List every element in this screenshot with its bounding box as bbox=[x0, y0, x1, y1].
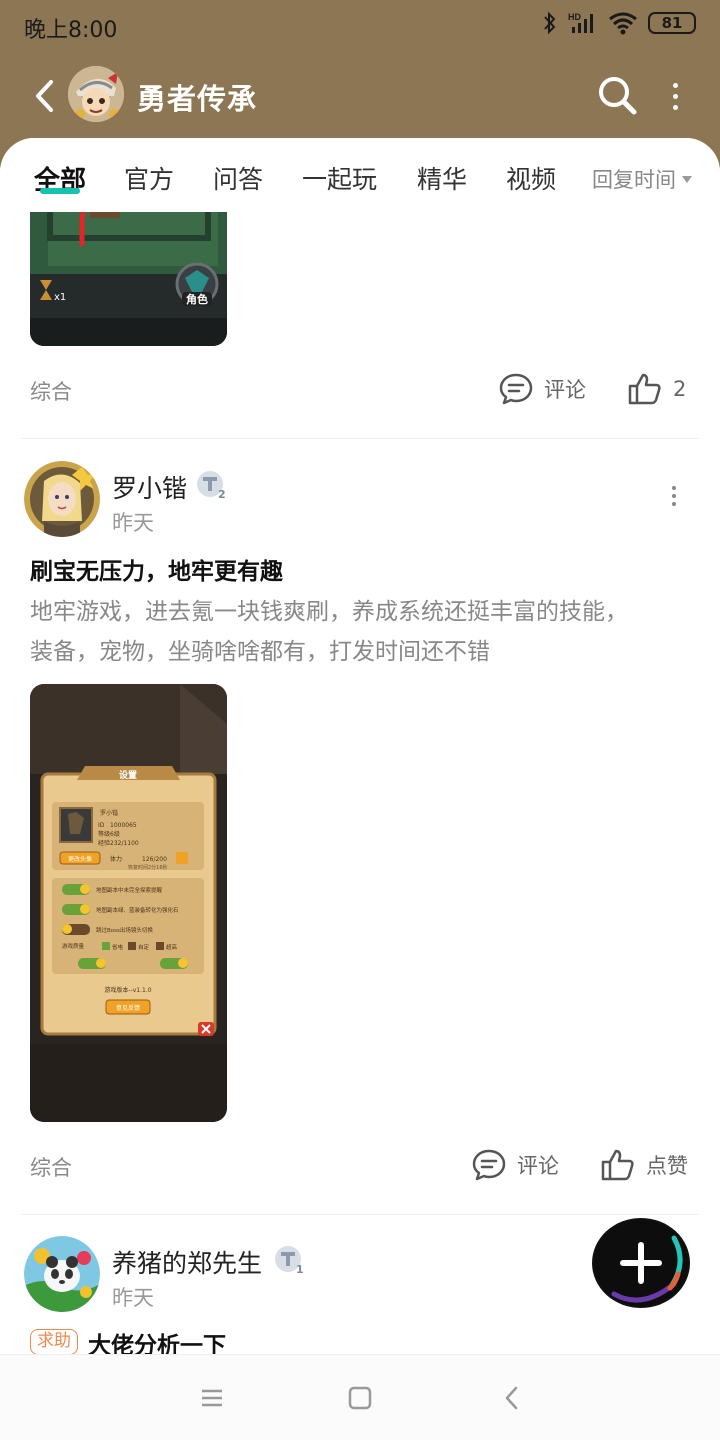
exp-value: 232/1100 bbox=[110, 840, 139, 847]
network-type-label: HD bbox=[568, 12, 581, 22]
quality-option: 省电 bbox=[112, 943, 124, 951]
level-badge: 1 bbox=[275, 1246, 303, 1274]
status-bar: 晚上8:00 HD 81 bbox=[0, 0, 720, 52]
feedback-button: 意见反馈 bbox=[116, 1004, 140, 1012]
level-badge: 2 bbox=[197, 471, 225, 499]
post-divider bbox=[22, 1214, 698, 1215]
status-icons: HD 81 bbox=[542, 10, 696, 36]
thumbs-up-icon bbox=[628, 373, 661, 405]
active-tab-indicator bbox=[40, 188, 80, 194]
dialog-title: 设置 bbox=[119, 769, 137, 781]
wifi-icon bbox=[609, 12, 637, 35]
thumbs-up-icon bbox=[601, 1149, 634, 1181]
post-meta-row: 综合 评论 2 bbox=[0, 368, 720, 412]
help-tag: 求助 bbox=[30, 1329, 78, 1355]
plus-icon bbox=[594, 1220, 688, 1306]
player-name: 罗小锴 bbox=[100, 809, 118, 817]
tab-official[interactable]: 官方 bbox=[124, 160, 174, 196]
create-post-button[interactable] bbox=[592, 1218, 690, 1308]
setting-option: 地图副本绿、蓝装备转化为强化石 bbox=[96, 906, 179, 914]
level-label: 等级 bbox=[98, 830, 110, 838]
post-body-line: 地牢游戏，进去氪一块钱爽刷，养成系统还挺丰富的技能， bbox=[30, 599, 628, 625]
square-icon[interactable] bbox=[345, 1383, 375, 1413]
username[interactable]: 罗小锴 bbox=[112, 469, 187, 505]
game-version: 游戏版本--v1.1.0 bbox=[104, 986, 151, 994]
system-nav-bar bbox=[0, 1354, 720, 1440]
like-label: 点赞 bbox=[646, 1154, 688, 1178]
comment-button[interactable]: 评论 bbox=[471, 1148, 559, 1182]
username[interactable]: 养猪的郑先生 bbox=[112, 1244, 262, 1280]
user-avatar-image bbox=[24, 1236, 100, 1312]
comment-label: 评论 bbox=[544, 378, 586, 402]
level-number: 1 bbox=[296, 1263, 303, 1274]
forum-title: 勇者传承 bbox=[137, 82, 258, 116]
setting-option: 跳过Boss出场镜头切换 bbox=[96, 926, 153, 934]
search-icon bbox=[599, 77, 637, 115]
quality-label: 游戏质量 bbox=[62, 942, 85, 950]
game-settings-screenshot: 设置 罗小锴 1000065 ID 等级 6级 经验 232/1100 更改头像… bbox=[30, 684, 227, 1122]
post-more-icon[interactable] bbox=[664, 481, 684, 511]
quality-option: 自定 bbox=[138, 943, 150, 951]
edit-avatar-button: 更改头像 bbox=[68, 855, 92, 863]
forum-avatar-image bbox=[68, 66, 124, 122]
setting-option: 地图副本中未完全探索提醒 bbox=[96, 886, 163, 894]
post-image[interactable]: 设置 罗小锴 1000065 ID 等级 6级 经验 232/1100 更改头像… bbox=[30, 684, 227, 1122]
category-label: 综合 bbox=[30, 380, 72, 404]
post-meta-row: 综合 评论 点赞 bbox=[0, 1144, 720, 1188]
tab-play-together[interactable]: 一起玩 bbox=[302, 160, 377, 196]
category-label: 综合 bbox=[30, 1156, 72, 1180]
comment-button[interactable]: 评论 bbox=[498, 372, 586, 406]
category-tabs: 全部 官方 问答 一起玩 精华 视频 回复时间 bbox=[0, 138, 720, 212]
battery-indicator: 81 bbox=[648, 12, 696, 34]
user-avatar-image bbox=[24, 461, 100, 537]
like-count: 2 bbox=[673, 377, 687, 401]
post-time: 昨天 bbox=[112, 1286, 154, 1310]
user-avatar[interactable] bbox=[24, 1236, 100, 1312]
caret-down-icon bbox=[682, 175, 692, 183]
quality-option: 超高 bbox=[166, 943, 178, 951]
status-time: 晚上8:00 bbox=[24, 18, 118, 43]
post-body-line: 装备，宠物，坐骑啥啥都有，打发时间还不错 bbox=[30, 639, 490, 665]
triangle-back-icon[interactable] bbox=[497, 1383, 527, 1413]
comment-icon bbox=[499, 373, 533, 405]
level-number: 2 bbox=[218, 488, 225, 499]
stamina-label: 体力 bbox=[110, 855, 122, 863]
sort-dropdown[interactable]: 回复时间 bbox=[592, 164, 692, 194]
bluetooth-icon bbox=[544, 11, 556, 35]
tab-video[interactable]: 视频 bbox=[506, 160, 556, 196]
post-divider bbox=[22, 438, 698, 439]
signal-icon: HD bbox=[568, 12, 593, 33]
tab-featured[interactable]: 精华 bbox=[417, 160, 467, 196]
id-label: ID bbox=[98, 822, 105, 829]
app-header: 勇者传承 bbox=[0, 56, 720, 136]
stamina-value: 126/200 bbox=[142, 856, 167, 863]
comment-icon bbox=[472, 1149, 506, 1181]
tab-qa[interactable]: 问答 bbox=[213, 160, 263, 196]
menu-icon[interactable] bbox=[197, 1383, 227, 1413]
post-title[interactable]: 刷宝无压力，地牢更有趣 bbox=[30, 552, 283, 586]
back-button[interactable] bbox=[24, 72, 64, 120]
level-value: 6级 bbox=[110, 830, 120, 838]
role-label: 角色 bbox=[186, 292, 208, 306]
sort-label: 回复时间 bbox=[592, 168, 676, 192]
chevron-left-icon bbox=[36, 80, 53, 112]
recover-time: 恢复时间2分16秒 bbox=[128, 864, 168, 871]
post-body[interactable]: 地牢游戏，进去氪一块钱爽刷，养成系统还挺丰富的技能， 装备，宠物，坐骑啥啥都有，… bbox=[30, 592, 690, 672]
user-avatar[interactable] bbox=[24, 461, 100, 537]
like-button[interactable]: 点赞 bbox=[600, 1148, 688, 1182]
forum-avatar[interactable] bbox=[68, 66, 124, 122]
more-vertical-icon[interactable] bbox=[660, 74, 690, 118]
post-time: 昨天 bbox=[112, 511, 154, 535]
search-button[interactable] bbox=[596, 74, 640, 118]
player-id: 1000065 bbox=[110, 822, 137, 829]
comment-label: 评论 bbox=[517, 1154, 559, 1178]
exp-label: 经验 bbox=[98, 839, 110, 847]
like-button[interactable]: 2 bbox=[627, 372, 686, 406]
speed-label: x1 bbox=[54, 292, 66, 303]
